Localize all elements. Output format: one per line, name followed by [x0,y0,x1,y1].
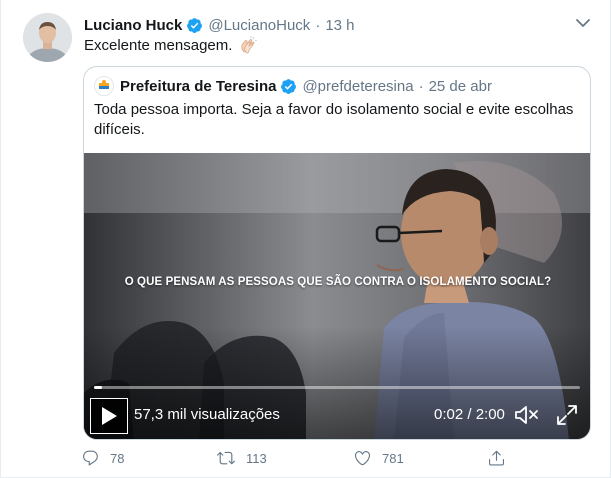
reply-count: 78 [110,450,125,466]
author-name[interactable]: Luciano Huck [84,17,182,34]
verified-badge-icon [186,17,203,34]
share-button[interactable] [487,449,516,467]
quoted-author-name[interactable]: Prefeitura de Teresina [120,78,276,95]
video-progress-fill [94,386,103,389]
tweet-timestamp[interactable]: 13 h [325,17,354,34]
tweet-text-content: Excelente mensagem. [84,37,233,54]
reply-button[interactable]: 78 [81,449,124,467]
play-button[interactable] [90,398,128,434]
separator-dot: · [315,16,321,34]
like-button[interactable]: 781 [353,449,404,467]
retweet-count: 113 [246,450,267,466]
video-frame [84,153,590,439]
separator-dot: · [418,77,424,95]
quoted-tweet[interactable]: Prefeitura de Teresina @prefdeteresina ·… [83,66,591,440]
heart-icon [354,451,371,466]
verified-badge-icon [280,78,297,95]
quoted-tweet-text: Toda pessoa importa. Seja a favor do iso… [94,101,574,138]
share-icon [489,450,504,466]
like-count: 781 [382,450,404,466]
video-player[interactable]: O QUE PENSAM AS PESSOAS QUE SÃO CONTRA O… [84,153,590,439]
quoted-author-handle[interactable]: @prefdeteresina [302,78,413,95]
fullscreen-icon[interactable] [556,404,578,426]
video-caption: O QUE PENSAM AS PESSOAS QUE SÃO CONTRA O… [124,276,552,288]
video-progress-bar[interactable] [94,386,580,389]
tweet-card[interactable]: Luciano Huck @LucianoHuck · 13 h Excelen… [0,0,611,478]
quoted-timestamp[interactable]: 25 de abr [429,78,492,95]
tweet-actions: 78 113 781 [81,449,511,469]
city-logo-icon[interactable] [94,76,114,96]
tweet-header: Luciano Huck @LucianoHuck · 13 h [84,15,355,35]
chevron-down-icon[interactable] [575,16,591,28]
video-time: 0:02 / 2:00 [434,406,505,423]
view-count: 57,3 mil visualizações [134,406,280,423]
reply-icon [83,450,98,466]
volume-muted-icon[interactable] [514,404,540,426]
clapping-hands-icon [238,36,258,56]
retweet-icon [217,451,235,465]
play-icon [102,407,117,425]
author-handle[interactable]: @LucianoHuck [208,17,310,34]
avatar[interactable] [23,13,72,62]
retweet-button[interactable]: 113 [216,449,267,467]
tweet-text: Excelente mensagem. [84,36,258,56]
quoted-tweet-header: Prefeitura de Teresina @prefdeteresina ·… [94,76,492,96]
